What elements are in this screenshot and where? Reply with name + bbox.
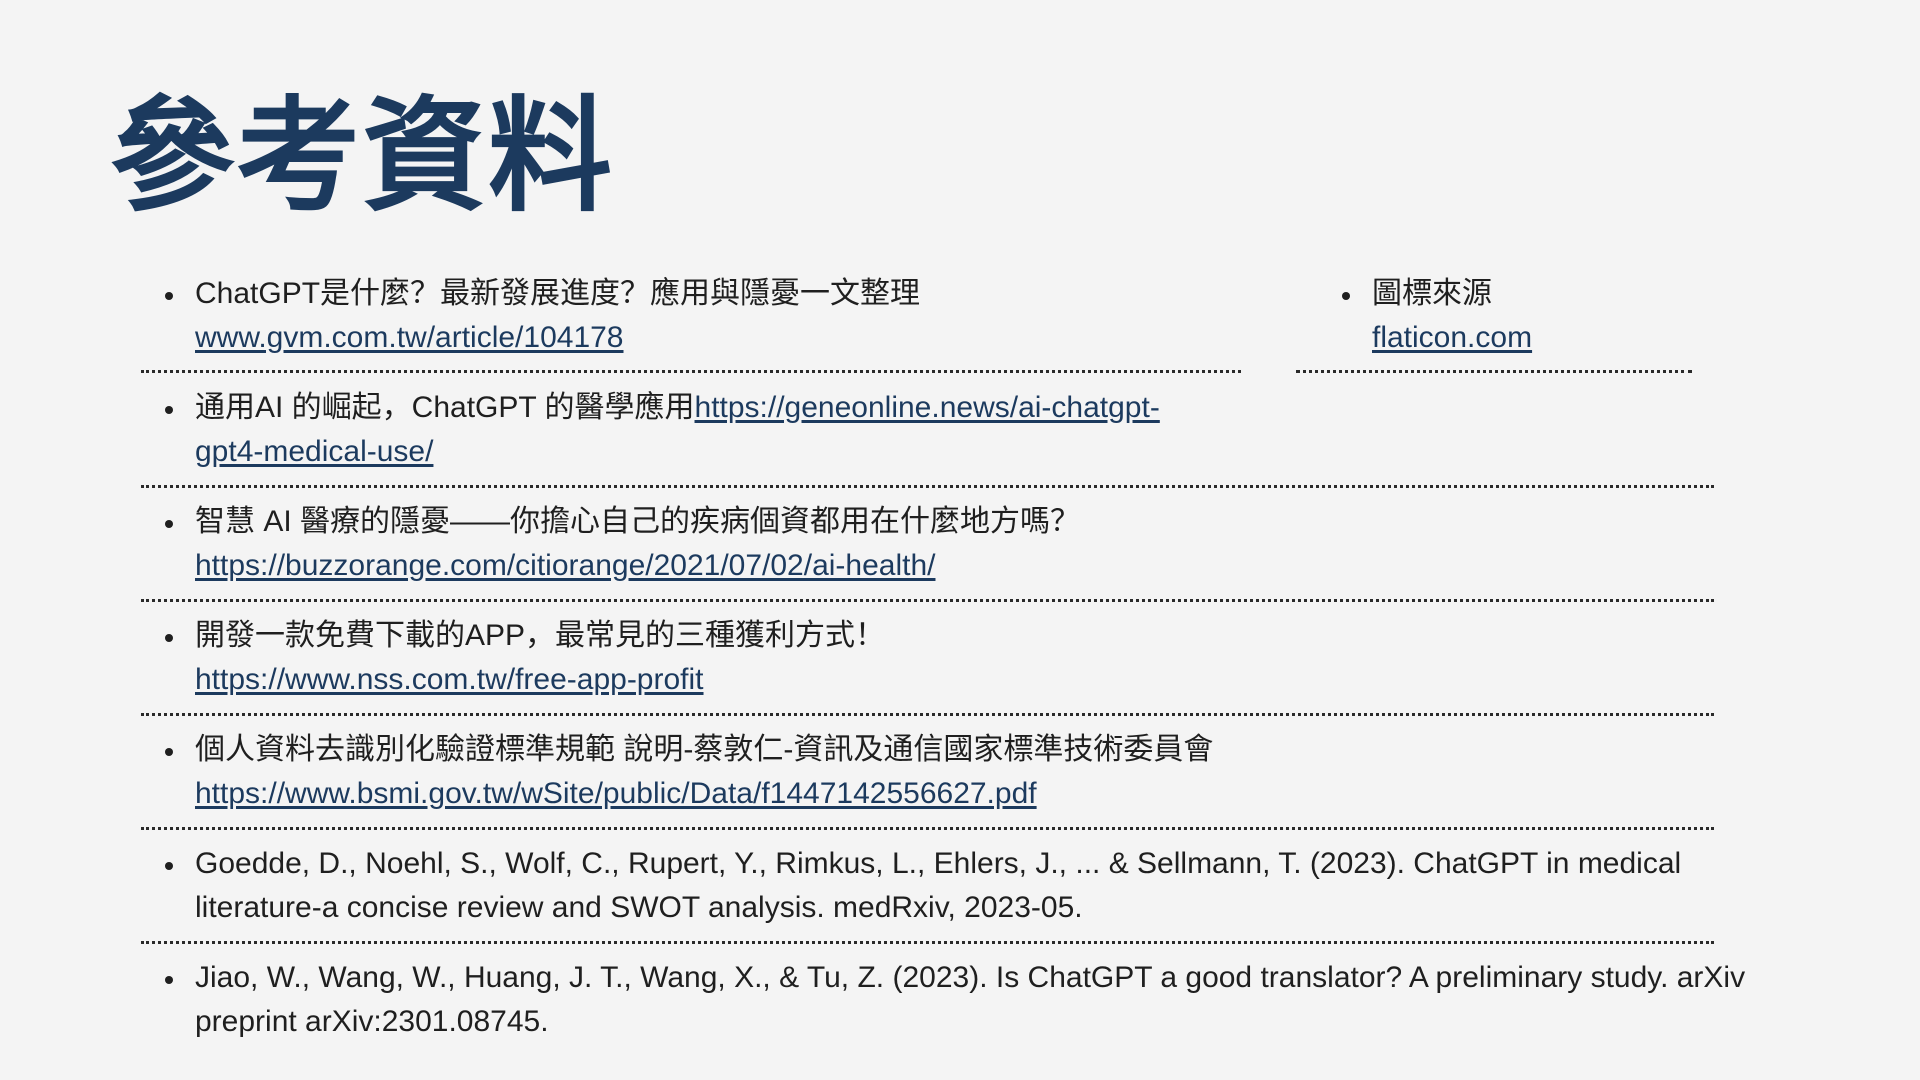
- bullet-icon: [165, 634, 173, 642]
- reference-text: Goedde, D., Noehl, S., Wolf, C., Rupert,…: [195, 847, 1682, 880]
- reference-link[interactable]: www.gvm.com.tw/article/104178: [195, 321, 624, 354]
- bullet-icon: [165, 976, 173, 984]
- reference-text-continued: preprint arXiv:2301.08745.: [195, 1005, 549, 1038]
- page-title: 參考資料: [110, 85, 615, 229]
- bullet-icon: [165, 862, 173, 870]
- reference-text-continued: literature-a concise review and SWOT ana…: [195, 891, 1083, 924]
- bullet-icon: [165, 406, 173, 414]
- reference-text: 通用AI 的崛起，ChatGPT 的醫學應用: [195, 391, 695, 424]
- reference-text: 個人資料去識別化驗證標準規範 說明-蔡敦仁-資訊及通信國家標準技術委員會: [195, 733, 1214, 766]
- reference-text: 圖標來源: [1372, 277, 1492, 310]
- dotted-divider: [1296, 370, 1692, 373]
- reference-text: 智慧 AI 醫療的隱憂——你擔心自己的疾病個資都用在什麼地方嗎？: [195, 505, 1081, 538]
- bullet-icon: [165, 292, 173, 300]
- reference-link[interactable]: https://buzzorange.com/citiorange/2021/0…: [195, 549, 935, 582]
- dotted-divider: [141, 941, 1714, 944]
- bullet-icon: [165, 748, 173, 756]
- dotted-divider: [141, 485, 1714, 488]
- reference-link[interactable]: flaticon.com: [1372, 321, 1532, 354]
- reference-link-continued[interactable]: gpt4-medical-use/: [195, 435, 433, 468]
- dotted-divider: [141, 599, 1714, 602]
- reference-text: ChatGPT是什麼？最新發展進度？應用與隱憂一文整理: [195, 277, 921, 310]
- reference-text: Jiao, W., Wang, W., Huang, J. T., Wang, …: [195, 961, 1746, 994]
- dotted-divider: [141, 370, 1241, 373]
- reference-link[interactable]: https://www.bsmi.gov.tw/wSite/public/Dat…: [195, 777, 1037, 810]
- reference-link[interactable]: https://www.nss.com.tw/free-app-profit: [195, 663, 704, 696]
- bullet-icon: [1342, 292, 1350, 300]
- reference-text: 開發一款免費下載的APP，最常見的三種獲利方式！: [195, 619, 886, 652]
- bullet-icon: [165, 520, 173, 528]
- reference-link[interactable]: https://geneonline.news/ai-chatgpt-: [695, 391, 1160, 424]
- dotted-divider: [141, 827, 1714, 830]
- dotted-divider: [141, 713, 1714, 716]
